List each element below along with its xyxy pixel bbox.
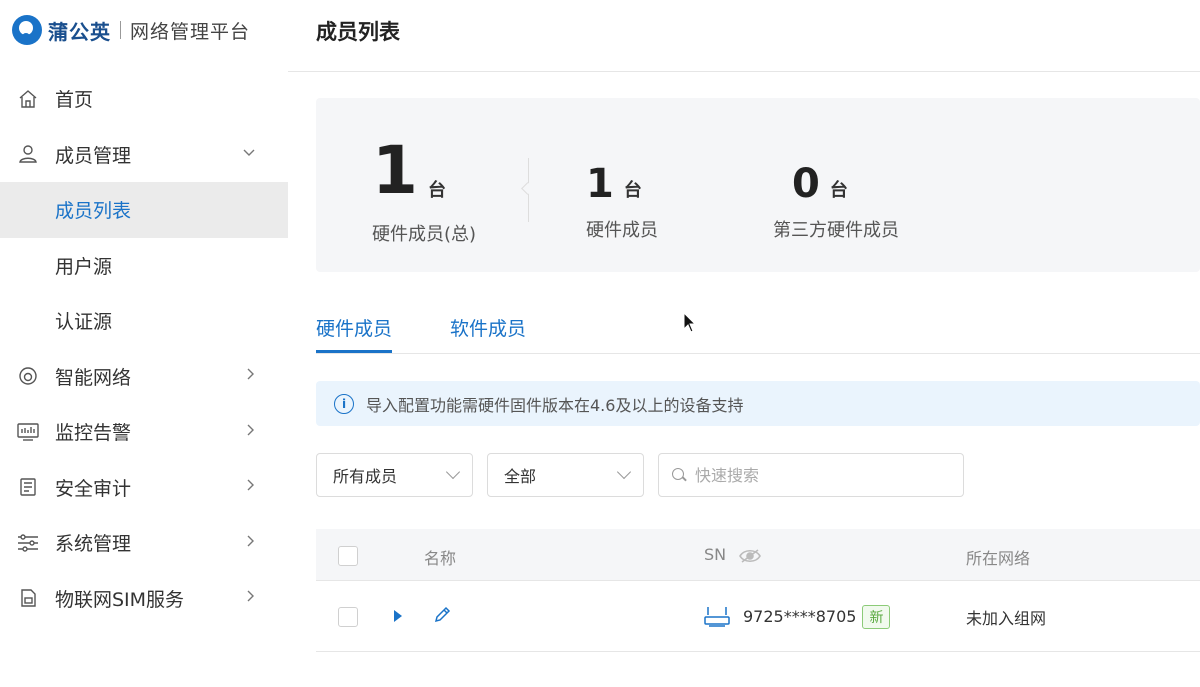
sidebar-item-label: 认证源 [55, 311, 113, 334]
sidebar-item-label: 用户源 [55, 255, 113, 278]
network-icon [17, 365, 39, 387]
sidebar-item-auth-source[interactable]: 认证源 [0, 293, 288, 349]
monitor-icon [17, 421, 39, 443]
expand-row-icon[interactable] [394, 610, 402, 622]
chevron-right-icon [246, 589, 256, 607]
settings-icon [17, 532, 39, 554]
main-content: 成员列表 1 台 硬件成员(总) 1 台 硬件成员 0 台 第三方硬件成员 硬件… [288, 0, 1200, 687]
sidebar-item-smart-network[interactable]: 智能网络 [0, 349, 288, 405]
stat-third-party: 0 台 第三方硬件成员 [762, 164, 899, 242]
select-all-checkbox[interactable] [338, 546, 358, 566]
eye-icon[interactable] [739, 548, 762, 563]
column-header-label: SN [704, 545, 727, 564]
sidebar-item-security-audit[interactable]: 安全审计 [0, 460, 288, 516]
brand-divider [120, 21, 121, 39]
search-input[interactable] [695, 465, 935, 485]
row-checkbox[interactable] [338, 607, 358, 627]
stat-value: 1 [586, 161, 614, 207]
member-table: 名称 SN 所在网络 9725****8705 新 未加入组网 [316, 529, 1200, 652]
sidebar-nav: 首页 成员管理 成员列表 用户源 认证源 智能网络 监控告警 安全审计 系统管理… [0, 71, 288, 626]
stat-label: 第三方硬件成员 [773, 220, 899, 241]
sn-value: 9725****8705 [743, 607, 857, 626]
sidebar-item-system-management[interactable]: 系统管理 [0, 515, 288, 571]
mouse-cursor-icon [683, 312, 697, 333]
sidebar: 蒲公英 网络管理平台 首页 成员管理 成员列表 用户源 认证源 智能网络 监控告… [0, 0, 288, 687]
sidebar-item-member-list[interactable]: 成员列表 [0, 182, 288, 238]
select-value: 所有成员 [333, 467, 398, 486]
search-icon [671, 467, 687, 483]
sidebar-item-monitoring[interactable]: 监控告警 [0, 404, 288, 460]
chevron-down-icon [616, 464, 632, 480]
row-sn: 9725****8705 新 [743, 605, 891, 629]
stat-divider [528, 158, 529, 222]
sidebar-item-iot-sim[interactable]: 物联网SIM服务 [0, 571, 288, 627]
stat-value: 1 [372, 132, 418, 209]
search-box [658, 453, 964, 497]
new-badge: 新 [862, 605, 891, 629]
member-scope-select[interactable]: 所有成员 [316, 453, 473, 497]
stat-value: 0 [792, 161, 820, 207]
info-notice: i 导入配置功能需硬件固件版本在4.6及以上的设备支持 [316, 381, 1200, 426]
chevron-right-icon [246, 478, 256, 496]
status-select[interactable]: 全部 [487, 453, 644, 497]
chevron-right-icon [246, 534, 256, 552]
stat-unit: 台 [427, 180, 446, 201]
tab-hardware-members[interactable]: 硬件成员 [316, 314, 393, 353]
brand[interactable]: 蒲公英 网络管理平台 [12, 14, 250, 46]
home-icon [17, 88, 39, 110]
page-title: 成员列表 [316, 20, 400, 44]
chevron-right-icon [246, 367, 256, 385]
stat-label: 硬件成员 [586, 220, 658, 241]
chevron-down-icon [242, 146, 256, 162]
user-icon [17, 143, 39, 165]
stat-label: 硬件成员(总) [372, 224, 477, 245]
tab-software-members[interactable]: 软件成员 [450, 314, 526, 341]
stat-hardware: 1 台 硬件成员 [586, 164, 658, 242]
select-value: 全部 [504, 467, 537, 486]
column-header-name: 名称 [424, 549, 457, 568]
sidebar-item-user-source[interactable]: 用户源 [0, 238, 288, 294]
router-icon [704, 607, 730, 627]
stats-panel: 1 台 硬件成员(总) 1 台 硬件成员 0 台 第三方硬件成员 [316, 98, 1200, 272]
brand-name: 蒲公英 [48, 19, 111, 44]
info-icon: i [334, 393, 354, 414]
sidebar-item-member-management[interactable]: 成员管理 [0, 127, 288, 183]
chevron-right-icon [246, 423, 256, 441]
page-header: 成员列表 [288, 0, 1200, 72]
notice-text: 导入配置功能需硬件固件版本在4.6及以上的设备支持 [366, 395, 744, 415]
row-network: 未加入组网 [966, 609, 1047, 628]
table-header: 名称 SN 所在网络 [316, 529, 1200, 581]
stat-unit: 台 [829, 180, 848, 201]
brand-logo-icon [12, 15, 42, 45]
stat-unit: 台 [623, 180, 642, 201]
chevron-down-icon [445, 464, 461, 480]
table-row: 9725****8705 新 未加入组网 [316, 581, 1200, 652]
column-header-network: 所在网络 [966, 549, 1031, 568]
sim-icon [17, 587, 39, 609]
stat-hardware-total: 1 台 硬件成员(总) [372, 138, 476, 246]
column-header-sn: SN [704, 545, 762, 564]
sidebar-item-home[interactable]: 首页 [0, 71, 288, 127]
brand-subtitle: 网络管理平台 [130, 20, 251, 43]
audit-icon [17, 476, 39, 498]
member-tabs: 硬件成员 软件成员 [316, 302, 1200, 354]
sidebar-item-label: 首页 [55, 89, 94, 112]
edit-icon[interactable] [432, 605, 452, 625]
sidebar-item-label: 成员列表 [55, 200, 132, 223]
